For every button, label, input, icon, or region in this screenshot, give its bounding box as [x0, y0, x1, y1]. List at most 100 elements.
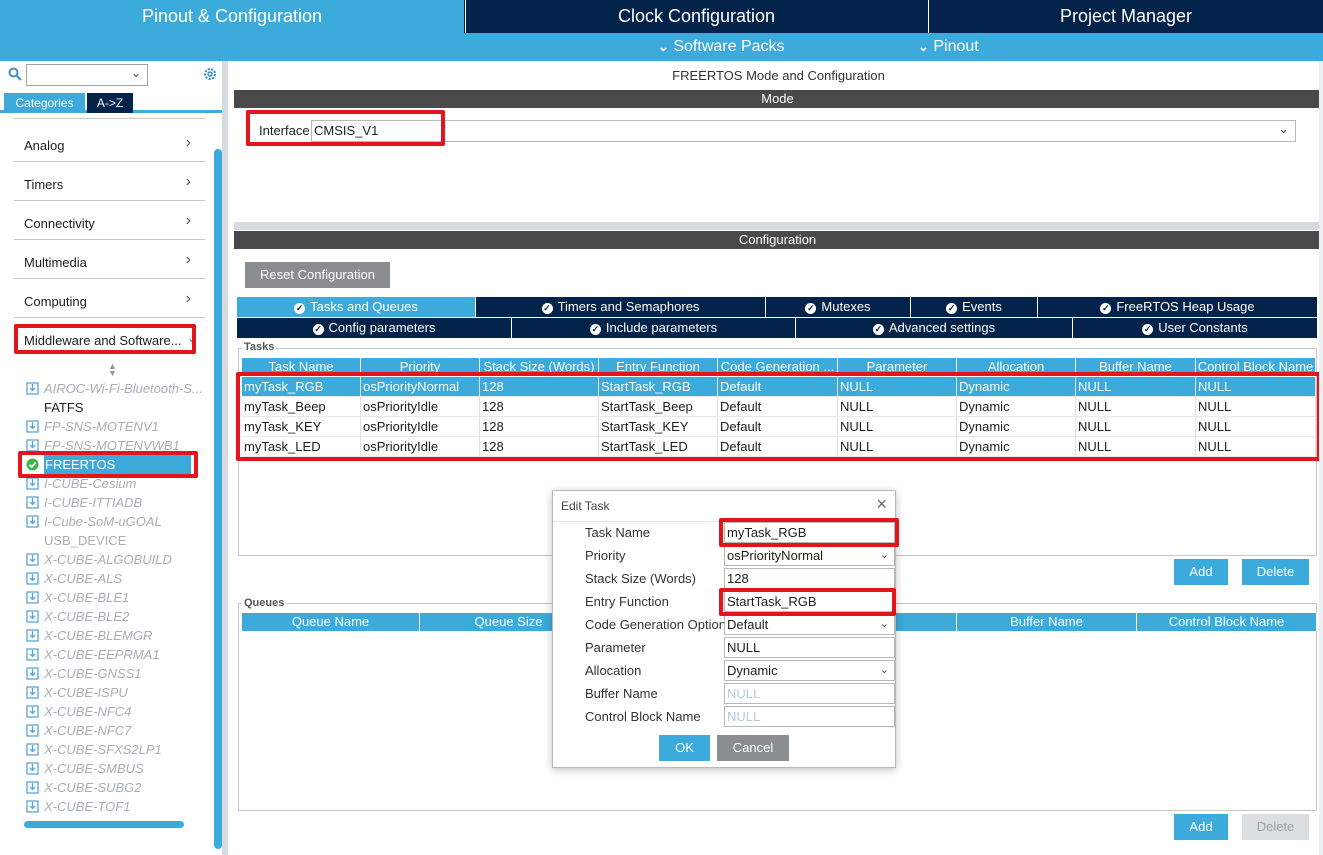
category-label: Timers — [24, 177, 64, 192]
download-icon — [26, 648, 39, 661]
parameter-field[interactable]: NULL — [724, 637, 895, 658]
middleware-item-x-cube-ble2[interactable]: X-CUBE-BLE2 — [44, 607, 129, 626]
field-value: Default — [727, 617, 769, 632]
tab-config-parameters[interactable]: ✓ Config parameters — [237, 318, 512, 338]
download-icon — [26, 382, 39, 395]
main-scrollbar[interactable] — [1319, 61, 1323, 855]
middleware-item-x-cube-als[interactable]: X-CUBE-ALS — [44, 569, 122, 588]
middleware-item-usb-device[interactable]: USB_DEVICE — [44, 531, 126, 550]
tab-a-z[interactable]: A->Z — [87, 93, 133, 113]
tab-label: FreeRTOS Heap Usage — [1116, 299, 1255, 314]
chevron-right-icon: › — [185, 290, 191, 307]
category-computing[interactable]: Computing › — [14, 280, 205, 318]
field-label: Entry Function — [585, 594, 669, 609]
highlight-box — [236, 372, 1321, 461]
stack-size-words--field[interactable]: 128 — [724, 568, 895, 589]
pinout-menu[interactable]: ⌄ Pinout — [918, 33, 979, 61]
tab-tasks-and-queues[interactable]: ✓ Tasks and Queues — [237, 297, 476, 317]
middleware-item-x-cube-subg2[interactable]: X-CUBE-SUBG2 — [44, 778, 142, 797]
control-block-name-field[interactable]: NULL — [724, 706, 895, 727]
ok-button[interactable]: OK — [659, 735, 710, 761]
close-icon[interactable]: × — [876, 494, 887, 515]
chevron-right-icon: › — [185, 212, 191, 229]
delete-task-button[interactable]: Delete — [1242, 559, 1309, 585]
tab-categories[interactable]: Categories — [4, 93, 85, 113]
left-panel-header: ⌄ Categories A->Z — [0, 61, 222, 113]
left-scrollbar-thumb[interactable] — [214, 149, 222, 849]
buffer-name-field[interactable]: NULL — [724, 683, 895, 704]
middleware-item-airoc-wi-fi-bluetooth-s[interactable]: AIROC-Wi-Fi-Bluetooth-S... — [44, 379, 203, 398]
category-multimedia[interactable]: Multimedia › — [14, 241, 205, 279]
edit-task-dialog: Edit Task × Task Name myTask_RGB Priority o… — [552, 490, 899, 768]
highlight-box — [719, 518, 899, 547]
middleware-item-x-cube-blemgr[interactable]: X-CUBE-BLEMGR — [44, 626, 152, 645]
highlight-box — [719, 588, 896, 616]
middleware-item-fp-sns-motenv1[interactable]: FP-SNS-MOTENV1 — [44, 417, 159, 436]
page-title: FREERTOS Mode and Configuration — [672, 68, 885, 83]
tab-label: Config parameters — [328, 320, 436, 335]
add-queue-button[interactable]: Add — [1174, 814, 1228, 840]
middleware-item-i-cube-som-ugoal[interactable]: I-Cube-SoM-uGOAL — [44, 512, 162, 531]
middleware-item-fatfs[interactable]: FATFS — [44, 398, 83, 417]
interface-select[interactable]: CMSIS_V1 ⌄ — [311, 120, 1296, 142]
highlight-box — [14, 324, 196, 354]
field-label: Stack Size (Words) — [585, 571, 697, 586]
reset-configuration-button[interactable]: Reset Configuration — [245, 262, 390, 288]
middleware-item-x-cube-gnss1[interactable]: X-CUBE-GNSS1 — [44, 664, 142, 683]
category-connectivity[interactable]: Connectivity › — [14, 202, 205, 240]
tab-project-manager[interactable]: Project Manager — [928, 0, 1323, 33]
middleware-item-x-cube-nfc7[interactable]: X-CUBE-NFC7 — [44, 721, 131, 740]
tab-events[interactable]: ✓ Events — [911, 297, 1038, 317]
middleware-item-x-cube-smbus[interactable]: X-CUBE-SMBUS — [44, 759, 144, 778]
download-icon — [26, 762, 39, 775]
middleware-item-x-cube-ble1[interactable]: X-CUBE-BLE1 — [44, 588, 129, 607]
check-icon: ✓ — [805, 303, 817, 314]
middleware-item-x-cube-nfc4[interactable]: X-CUBE-NFC4 — [44, 702, 131, 721]
tab-advanced-settings[interactable]: ✓ Advanced settings — [796, 318, 1073, 338]
delete-queue-button[interactable]: Delete — [1242, 814, 1309, 840]
tab-include-parameters[interactable]: ✓ Include parameters — [512, 318, 796, 338]
code-generation-option-select[interactable]: Default ⌄ — [724, 614, 895, 635]
queues-column-header[interactable]: Queue Name — [242, 613, 420, 631]
search-combo[interactable]: ⌄ — [26, 64, 148, 86]
allocation-select[interactable]: Dynamic ⌄ — [724, 660, 895, 681]
middleware-item-i-cube-ittiadb[interactable]: I-CUBE-ITTIADB — [44, 493, 142, 512]
cancel-button[interactable]: Cancel — [717, 735, 789, 761]
tab-pinout-configuration[interactable]: Pinout & Configuration — [0, 0, 464, 33]
field-value: NULL — [727, 709, 761, 724]
queues-column-header[interactable]: Buffer Name — [957, 613, 1137, 631]
middleware-item-x-cube-algobuild[interactable]: X-CUBE-ALGOBUILD — [44, 550, 172, 569]
check-icon: ✓ — [1142, 324, 1154, 335]
add-task-button[interactable]: Add — [1174, 559, 1228, 585]
tab-clock-configuration[interactable]: Clock Configuration — [465, 0, 927, 33]
tab-freertos-heap-usage[interactable]: ✓ FreeRTOS Heap Usage — [1038, 297, 1318, 317]
category-timers[interactable]: Timers › — [14, 163, 205, 201]
sort-arrows-icon[interactable]: ▲ ▼ — [108, 362, 117, 378]
gear-icon[interactable] — [202, 66, 218, 82]
category-analog[interactable]: Analog › — [14, 124, 205, 162]
priority-select[interactable]: osPriorityNormal ⌄ — [724, 545, 895, 566]
middleware-item-x-cube-ispu[interactable]: X-CUBE-ISPU — [44, 683, 128, 702]
left-hscroll-thumb[interactable] — [24, 821, 184, 828]
middleware-item-x-cube-eeprma1[interactable]: X-CUBE-EEPRMA1 — [44, 645, 160, 664]
check-icon: ✓ — [312, 324, 324, 335]
search-icon[interactable] — [8, 67, 22, 81]
queues-column-header[interactable]: Control Block Name — [1137, 613, 1317, 631]
category-label: Analog — [24, 138, 65, 153]
download-icon — [26, 477, 39, 490]
download-icon — [26, 553, 39, 566]
download-icon — [26, 420, 39, 433]
tab-user-constants[interactable]: ✓ User Constants — [1073, 318, 1318, 338]
chevron-down-icon: ⌄ — [1278, 121, 1289, 136]
download-icon — [26, 743, 39, 756]
tab-label: Advanced settings — [888, 320, 996, 335]
tab-mutexes[interactable]: ✓ Mutexes — [766, 297, 911, 317]
middleware-item-x-cube-tof1[interactable]: X-CUBE-TOF1 — [44, 797, 130, 816]
download-icon — [26, 686, 39, 699]
chevron-down-icon[interactable]: ⌄ — [131, 66, 141, 80]
category-label: Computing — [24, 294, 87, 309]
middleware-item-x-cube-sfxs2lp1[interactable]: X-CUBE-SFXS2LP1 — [44, 740, 162, 759]
category-label: Multimedia — [24, 255, 87, 270]
software-packs-menu[interactable]: ⌄ Software Packs — [658, 33, 785, 61]
tab-timers-and-semaphores[interactable]: ✓ Timers and Semaphores — [476, 297, 766, 317]
